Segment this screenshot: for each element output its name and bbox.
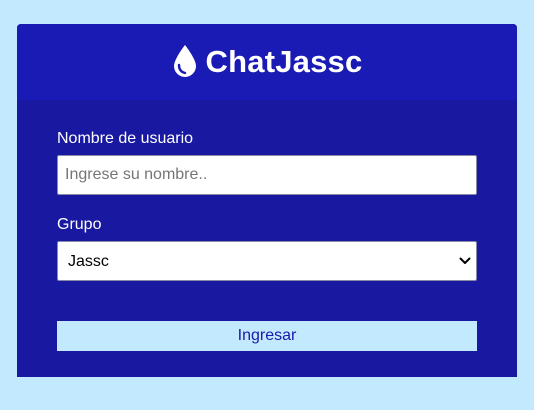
- group-select-wrapper: Jassc: [57, 241, 477, 281]
- username-label: Nombre de usuario: [57, 130, 194, 147]
- app-title: ChatJassc: [205, 44, 363, 79]
- group-select[interactable]: Jassc: [57, 241, 477, 281]
- droplet-icon: [172, 44, 198, 78]
- group-label: Grupo: [57, 216, 102, 233]
- card-header: ChatJassc: [17, 24, 517, 100]
- submit-button[interactable]: Ingresar: [57, 321, 477, 351]
- username-input[interactable]: [57, 155, 477, 195]
- login-card: ChatJassc Nombre de usuario Grupo Jassc …: [17, 24, 517, 377]
- login-form: Nombre de usuario Grupo Jassc Ingresar: [57, 100, 477, 351]
